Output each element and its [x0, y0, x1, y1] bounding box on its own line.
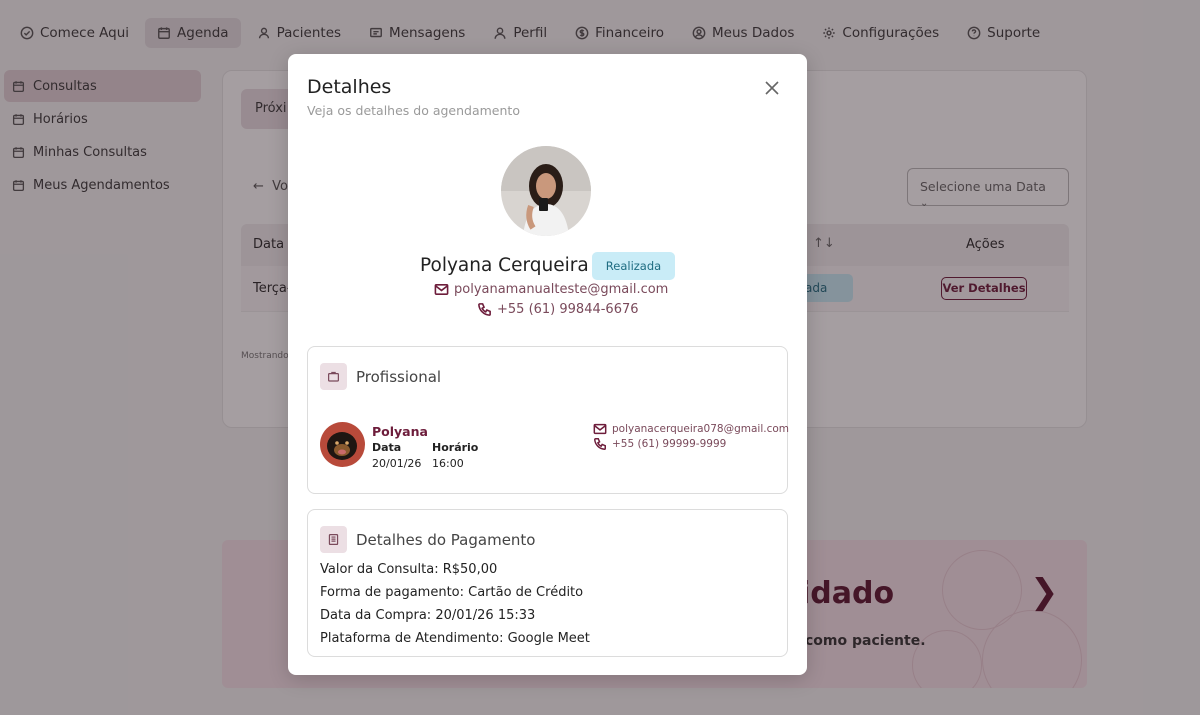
- modal-title: Detalhes: [307, 76, 392, 98]
- phone-icon: [478, 303, 491, 316]
- time-label: Horário: [432, 441, 479, 454]
- mail-icon: [593, 423, 607, 435]
- patient-name: Polyana Cerqueira: [420, 255, 589, 276]
- payment-method-label: Forma de pagamento:: [320, 585, 464, 600]
- briefcase-icon: [320, 363, 347, 390]
- patient-phone-text: +55 (61) 99844-6676: [497, 302, 639, 317]
- purchase-date: 20/01/26 15:33: [435, 608, 536, 623]
- modal-subtitle: Veja os detalhes do agendamento: [307, 103, 520, 118]
- payment-value: R$50,00: [442, 562, 498, 577]
- time-value: 16:00: [432, 457, 464, 470]
- payment-method: Cartão de Crédito: [468, 585, 584, 600]
- professional-section: Profissional Polyana Data Horário 20/01/…: [307, 346, 789, 494]
- purchase-date-line: Data da Compra: 20/01/26 15:33: [320, 608, 535, 623]
- professional-section-title: Profissional: [356, 368, 442, 386]
- payment-section-title: Detalhes do Pagamento: [356, 531, 536, 549]
- payment-method-line: Forma de pagamento: Cartão de Crédito: [320, 585, 583, 600]
- status-badge: Realizada: [592, 252, 675, 280]
- phone-icon: [594, 438, 606, 450]
- patient-email[interactable]: polyanamanualteste@gmail.com: [434, 282, 668, 297]
- professional-phone-text: +55 (61) 99999-9999: [612, 438, 727, 450]
- patient-phone[interactable]: +55 (61) 99844-6676: [477, 302, 639, 317]
- platform: Google Meet: [507, 631, 590, 646]
- close-icon: [765, 81, 779, 95]
- details-modal: Detalhes Veja os detalhes do agendamento…: [288, 54, 807, 675]
- platform-line: Plataforma de Atendimento: Google Meet: [320, 631, 590, 646]
- professional-email[interactable]: polyanacerqueira078@gmail.com: [593, 422, 789, 436]
- close-button[interactable]: [762, 78, 782, 98]
- purchase-date-label: Data da Compra:: [320, 608, 432, 623]
- patient-email-text: polyanamanualteste@gmail.com: [454, 282, 669, 297]
- payment-section: Detalhes do Pagamento Valor da Consulta:…: [307, 509, 788, 657]
- date-value: 20/01/26: [372, 457, 422, 470]
- professional-email-text: polyanacerqueira078@gmail.com: [612, 423, 790, 435]
- receipt-icon: [320, 526, 347, 553]
- payment-value-line: Valor da Consulta: R$50,00: [320, 562, 497, 577]
- professional-phone[interactable]: +55 (61) 99999-9999: [593, 437, 726, 451]
- professional-name: Polyana: [372, 424, 428, 439]
- professional-avatar: [320, 422, 365, 467]
- date-label: Data: [372, 441, 402, 454]
- payment-value-label: Valor da Consulta:: [320, 562, 439, 577]
- platform-label: Plataforma de Atendimento:: [320, 631, 504, 646]
- mail-icon: [434, 284, 449, 295]
- patient-avatar: [501, 146, 591, 236]
